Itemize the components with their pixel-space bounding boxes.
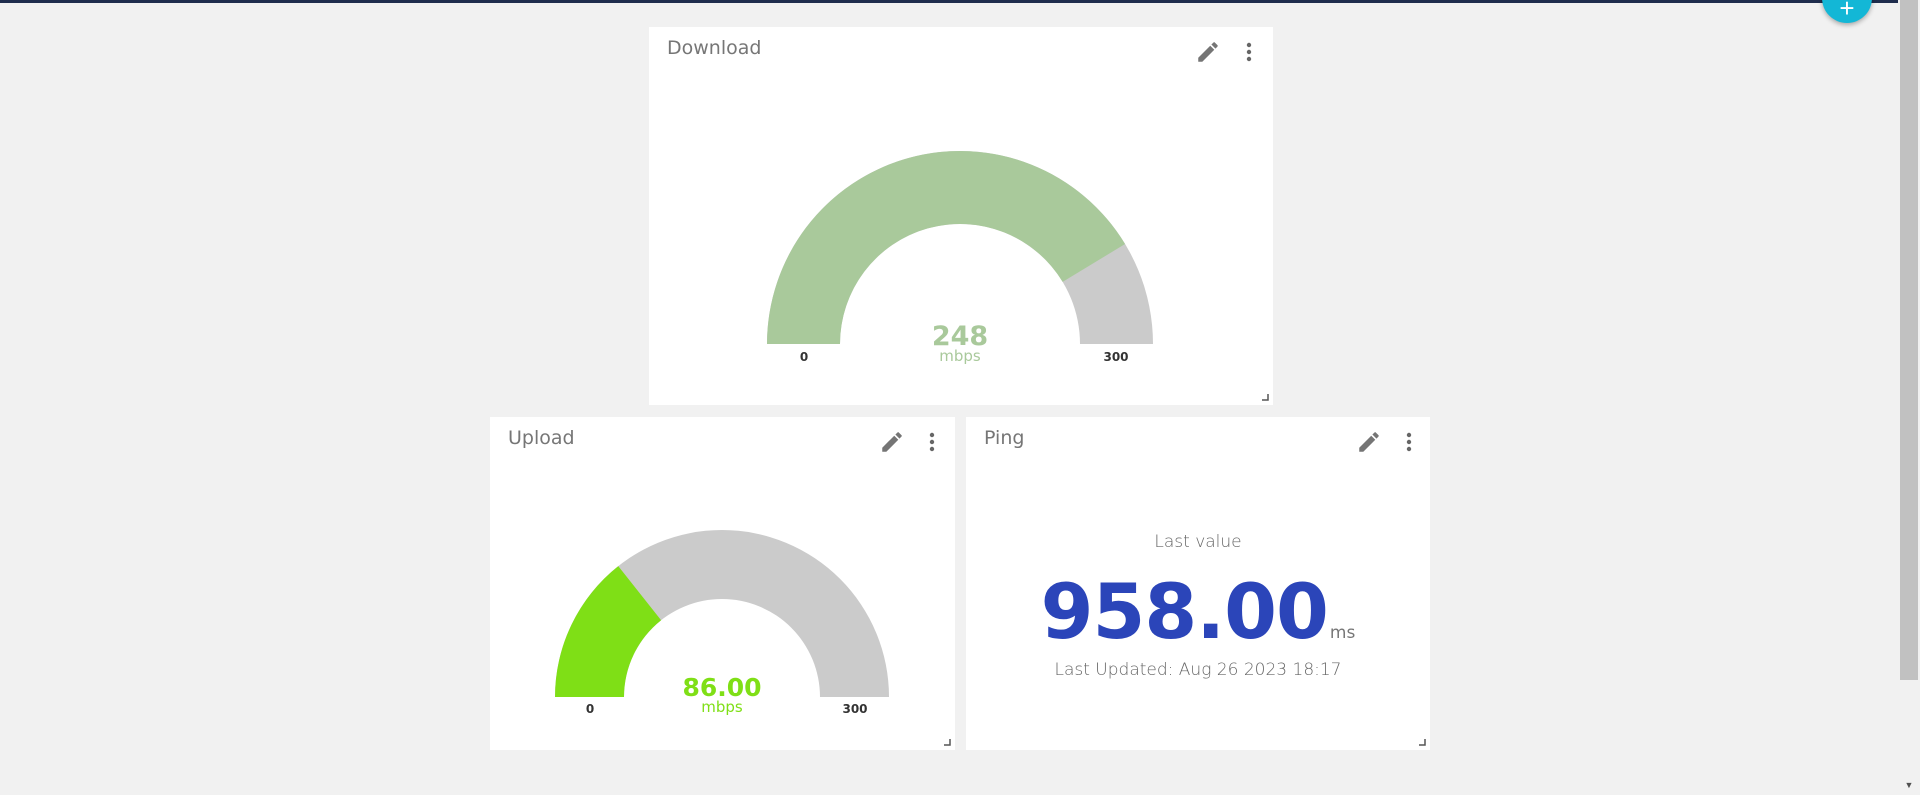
upload-widget: Upload 86.00 mbps 0 300 (490, 417, 955, 750)
resize-handle-icon[interactable] (1262, 394, 1269, 401)
gauge-unit: mbps (701, 698, 743, 716)
gauge-min-label: 0 (800, 350, 808, 364)
scrollbar-thumb[interactable] (1900, 0, 1918, 680)
scroll-down-arrow-icon[interactable]: ▼ (1900, 778, 1918, 792)
widget-menu-button[interactable] (1399, 429, 1419, 455)
plus-icon: + (1839, 0, 1855, 23)
more-vert-icon (1406, 432, 1412, 452)
ping-unit: ms (1329, 623, 1356, 643)
gauge-unit: mbps (939, 347, 981, 365)
ping-value: 958.00 (1040, 567, 1329, 656)
resize-handle-icon[interactable] (944, 739, 951, 746)
widget-title: Ping (984, 427, 1025, 449)
gauge-fill (767, 151, 1126, 344)
download-widget: Download 248 mbps 0 300 (649, 27, 1273, 405)
upload-gauge: 86.00 mbps 0 300 (555, 530, 889, 716)
ping-widget: Ping Last value 958.00 ms Last Updated: A… (966, 417, 1430, 750)
pencil-icon (1359, 432, 1379, 452)
edit-widget-button[interactable] (1356, 429, 1382, 455)
ping-caption: Last value (1154, 532, 1242, 552)
top-app-bar (0, 0, 1898, 3)
ping-value-row: 958.00 ms (966, 567, 1430, 656)
last-updated: Last Updated: Aug 26 2023 18:17 (1054, 660, 1342, 680)
resize-handle-icon[interactable] (1419, 739, 1426, 746)
gauge-max-label: 300 (842, 702, 867, 716)
add-widget-button[interactable]: + (1822, 0, 1872, 23)
gauge-min-label: 0 (586, 702, 594, 716)
gauge-max-label: 300 (1103, 350, 1128, 364)
download-gauge: 248 mbps 0 300 (767, 151, 1153, 365)
